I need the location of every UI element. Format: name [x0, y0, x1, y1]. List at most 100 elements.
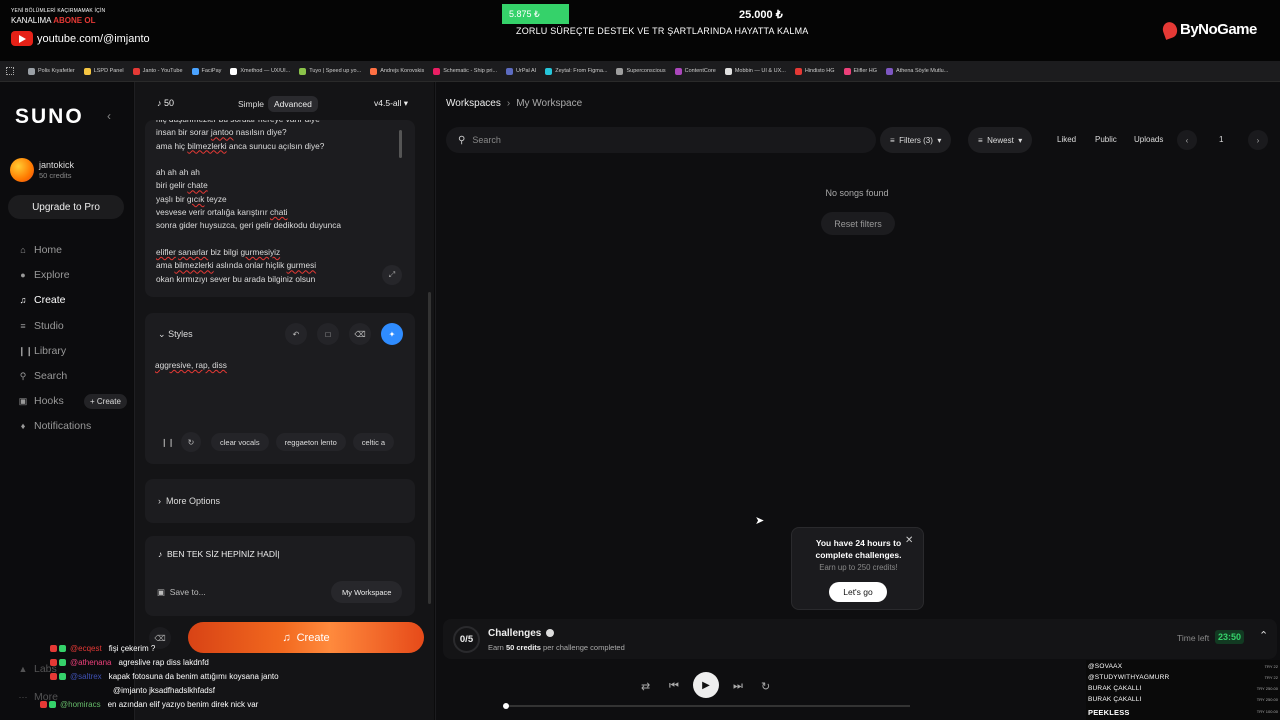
hooks-create-button[interactable]: + Create [84, 394, 127, 409]
repeat-icon[interactable]: ↻ [761, 680, 770, 693]
chevron-up-icon[interactable]: ⌃ [1259, 629, 1268, 642]
bell-icon: ♦ [20, 421, 26, 431]
nav-item-search[interactable]: ⚲ Search [18, 370, 68, 382]
lets-go-button[interactable]: Let's go [829, 582, 887, 602]
bookmark-item[interactable]: Elifler HG [843, 67, 877, 75]
bookmark-item[interactable]: Andrejs Korovskis [370, 67, 424, 75]
mode-simple-tab[interactable]: Simple [234, 99, 268, 109]
chat-badges [50, 659, 66, 666]
chat-message: @imjanto jksadfhadslkhfadsf [113, 686, 215, 695]
donation-goal-target: 25.000 ₺ [739, 9, 783, 21]
elifler-icon [843, 67, 851, 75]
page-number[interactable]: 1 [1219, 135, 1223, 144]
playback-progress[interactable] [503, 703, 910, 709]
bookmark-item[interactable]: Athena Söyle Mutlu... [886, 67, 948, 75]
play-button[interactable]: ▶ [693, 672, 719, 698]
nav-label: Explore [34, 269, 70, 281]
nav-item-home[interactable]: ⌂ Home [18, 244, 62, 256]
filters-button[interactable]: ≡ Filters (3) ▾ [880, 127, 952, 153]
stream-overlay: YENİ BÖLÜMLERİ KAÇIRMAMAK İÇİN KANALIMA … [0, 0, 1280, 61]
workspace-select-button[interactable]: My Workspace [331, 581, 403, 603]
model-select[interactable]: v4.5-all ▾ [374, 98, 408, 109]
liked-filter[interactable]: Liked [1057, 135, 1076, 144]
bookmark-item[interactable]: Hindisto HG [794, 67, 835, 75]
magic-wand-icon[interactable]: ✦ [381, 323, 403, 345]
more-options[interactable]: › More Options [145, 479, 415, 523]
create-icon: ♫ [19, 295, 27, 305]
bookmark-item[interactable]: Tuyo | Speed up yo... [299, 67, 361, 75]
nav-item-hooks[interactable]: ▣ Hooks [18, 395, 64, 407]
bookmark-item[interactable]: Schematic - Ship pri... [433, 67, 497, 75]
bookmark-item[interactable]: FaciPay [191, 67, 221, 75]
style-tag[interactable]: reggaeton lento [275, 433, 346, 451]
info-icon[interactable] [546, 629, 555, 638]
progress-handle[interactable] [503, 703, 509, 709]
styles-header[interactable]: ⌄ Styles [158, 329, 193, 340]
reset-filters-button[interactable]: Reset filters [821, 212, 895, 235]
bookmark-item[interactable]: UrPal AI [506, 67, 536, 75]
bookmark-item[interactable]: Mobbin — UI & UX... [724, 67, 786, 75]
nav-item-explore[interactable]: ● Explore [18, 269, 70, 281]
previous-icon[interactable]: ⏮ [669, 680, 679, 693]
shuffle-icon[interactable]: ⇄ [641, 680, 650, 693]
donation-goal-text: ZORLU SÜREÇTE DESTEK VE TR ŞARTLARINDA H… [516, 26, 809, 36]
hooks-icon: ▣ [18, 395, 28, 406]
donor-amount: TRY 100.00 [1256, 709, 1278, 714]
bookmark-item[interactable]: LSPD Panel [83, 67, 124, 75]
undo-icon[interactable]: ↶ [285, 323, 307, 345]
upgrade-button[interactable]: Upgrade to Pro [8, 195, 124, 219]
bookmark-label: LSPD Panel [93, 68, 124, 74]
chat-badge-icon [40, 701, 47, 708]
collapse-sidebar-icon[interactable]: ‹ [107, 109, 111, 123]
lyrics-scrollbar[interactable] [399, 130, 402, 158]
donation-goal-current: 5.875 ₺ [509, 9, 540, 19]
apps-grid-icon[interactable] [6, 67, 14, 75]
sort-button[interactable]: ≡ Newest ▾ [968, 127, 1033, 153]
donor-list: @SOVAAX TRY 22 @STUDYWITHYAGMURR TRY 22 BURA… [1086, 660, 1280, 720]
bookmark-item[interactable]: Zeytal: From Figma... [545, 67, 607, 75]
prev-page-icon[interactable]: ‹ [1177, 130, 1197, 150]
sort-icon: ≡ [978, 135, 983, 145]
chat-username: @homiracs [60, 700, 101, 709]
bookmark-item[interactable]: Polis Kıyafetler [28, 67, 75, 75]
styles-input[interactable]: aggresive, rap, diss [155, 360, 227, 370]
tag-library-icon[interactable]: ❙❙ [161, 438, 177, 447]
bookmark-item[interactable]: Superconscious [616, 67, 666, 75]
suno-logo[interactable]: SUNO [15, 105, 84, 129]
lyrics-textarea[interactable]: hiç düşünmezler bu sorular nereye varır … [145, 120, 415, 297]
uploads-filter[interactable]: Uploads [1134, 135, 1163, 144]
chat-badge-icon [59, 673, 66, 680]
next-page-icon[interactable]: › [1248, 130, 1268, 150]
credit-count: 50 [164, 98, 175, 108]
search-input[interactable]: ⚲ Search [446, 127, 876, 153]
challenges-bar[interactable]: 0/5 Challenges Earn 50 credits per chall… [443, 619, 1277, 659]
bookmark-item[interactable]: ContentCore [674, 67, 716, 75]
explore-icon: ● [20, 270, 26, 280]
breadcrumb-workspaces[interactable]: Workspaces [446, 98, 501, 109]
bynogame-logo: ByNoGame [1160, 19, 1257, 40]
nav-item-studio[interactable]: ≡ Studio [18, 320, 63, 332]
bynogame-mark-icon [1160, 19, 1180, 40]
style-tag[interactable]: clear vocals [211, 433, 269, 451]
panel-scrollbar[interactable] [428, 292, 431, 604]
nav-item-library[interactable]: ❙❙ Library [18, 345, 66, 357]
song-title-input[interactable]: ♪ BEN TEK SİZ HEPİNİZ HADİ| [158, 549, 280, 559]
expand-icon[interactable]: ⤢ [382, 265, 402, 285]
zeytal-icon [545, 67, 553, 75]
nav-item-notifications[interactable]: ♦ Notifications [18, 420, 92, 432]
mode-advanced-tab[interactable]: Advanced [267, 95, 318, 112]
copy-icon[interactable]: □ [317, 323, 339, 345]
public-filter[interactable]: Public [1095, 135, 1117, 144]
next-icon[interactable]: ⏭ [733, 680, 743, 693]
donation-goal-bar: 5.875 ₺ 25.000 ₺ [502, 4, 786, 24]
nav-item-create[interactable]: ♫ Create [18, 294, 66, 306]
nav-label: Notifications [34, 420, 92, 432]
style-tag[interactable]: celtic a [352, 433, 395, 451]
bookmark-item[interactable]: Xmethod — UX/UI... [230, 67, 290, 75]
refresh-icon[interactable]: ↻ [181, 432, 201, 452]
trash-icon[interactable]: ⌫ [349, 323, 371, 345]
bookmark-item[interactable]: Janto - YouTube [132, 67, 183, 75]
close-icon[interactable]: ✕ [905, 535, 913, 546]
profile-icon [370, 67, 378, 75]
account-menu[interactable]: jantokick 50 credits [10, 158, 74, 182]
